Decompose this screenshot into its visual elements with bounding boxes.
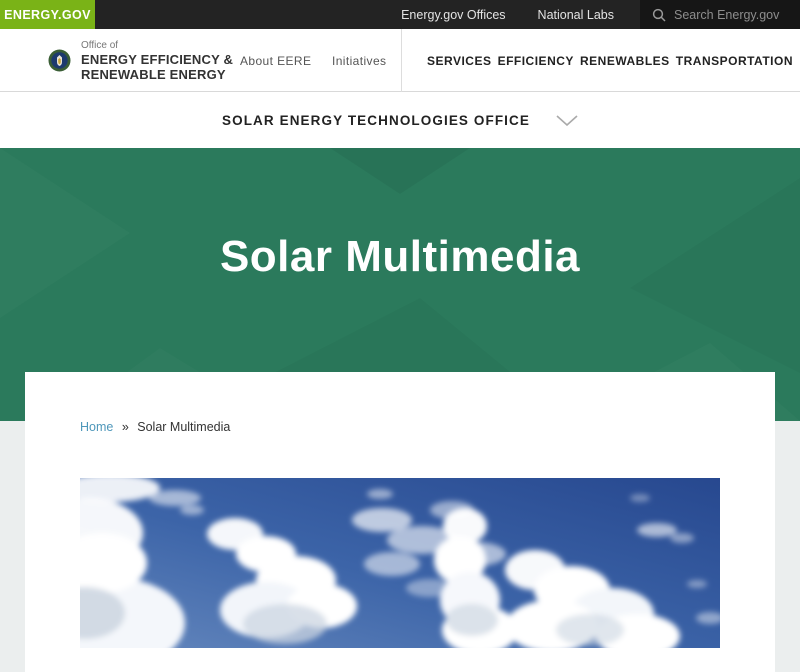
sky-clouds-image [80,478,720,648]
header-divider [401,29,402,92]
search-input[interactable] [674,7,792,22]
doe-seal-icon [48,49,71,72]
nav-item-renewables[interactable]: RENEWABLES [580,54,670,68]
content-card: Home » Solar Multimedia [25,372,775,672]
office-of-label: Office of [81,39,119,51]
office-title: SOLAR ENERGY TECHNOLOGIES OFFICE [222,112,530,128]
main-header: Office of ENERGY EFFICIENCY & RENEWABLE … [0,29,800,92]
offices-link[interactable]: Energy.gov Offices [385,0,521,29]
nav-item-transportation[interactable]: TRANSPORTATION [676,54,793,68]
primary-nav: SERVICES EFFICIENCY RENEWABLES TRANSPORT… [427,29,793,92]
top-utility-bar: ENERGY.GOV Energy.gov Offices National L… [0,0,800,29]
national-labs-link[interactable]: National Labs [522,0,630,29]
page-title: Solar Multimedia [219,232,581,281]
office-menu-button[interactable]: SOLAR ENERGY TECHNOLOGIES OFFICE [222,113,578,128]
search-icon [652,8,666,22]
office-subnav-bar: SOLAR ENERGY TECHNOLOGIES OFFICE [0,92,800,148]
breadcrumb-home-link[interactable]: Home [80,420,113,434]
org-name-line2: RENEWABLE ENERGY [81,66,226,82]
search-box[interactable] [640,0,800,29]
brand-text: Office of ENERGY EFFICIENCY & RENEWABLE … [81,40,233,82]
nav-item-efficiency[interactable]: EFFICIENCY [498,54,574,68]
nav-item-services[interactable]: SERVICES [427,54,491,68]
breadcrumb: Home » Solar Multimedia [80,420,230,434]
energy-gov-logo[interactable]: ENERGY.GOV [0,0,95,29]
breadcrumb-separator: » [121,420,129,434]
initiatives-link[interactable]: Initiatives [332,29,386,92]
about-eere-link[interactable]: About EERE [240,29,311,92]
eere-brand[interactable]: Office of ENERGY EFFICIENCY & RENEWABLE … [48,29,233,92]
breadcrumb-current: Solar Multimedia [137,420,231,434]
chevron-down-icon [556,114,578,126]
org-name-line1: ENERGY EFFICIENCY & [81,51,234,67]
